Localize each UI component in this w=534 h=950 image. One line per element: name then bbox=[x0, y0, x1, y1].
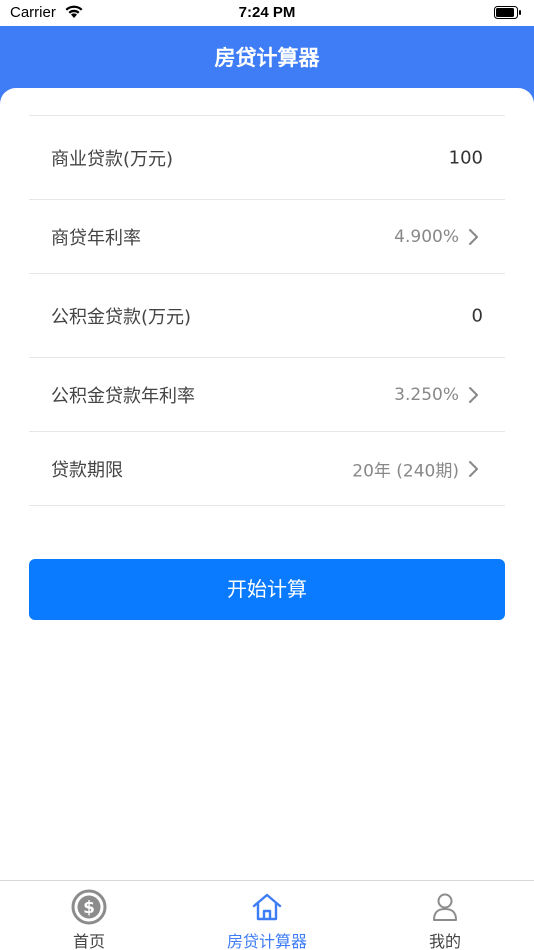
loan-term-row[interactable]: 贷款期限 20年 (240期) bbox=[29, 432, 505, 506]
tab-calculator-label: 房贷计算器 bbox=[226, 932, 307, 950]
status-bar: Carrier 7:24 PM bbox=[0, 0, 534, 26]
commercial-rate-row[interactable]: 商贷年利率 4.900% bbox=[29, 200, 505, 274]
fund-loan-input[interactable]: 0 bbox=[303, 305, 483, 326]
home-icon bbox=[252, 893, 282, 921]
chevron-right-icon bbox=[469, 460, 478, 477]
tab-calculator[interactable]: 房贷计算器 bbox=[178, 881, 356, 950]
svg-text:$: $ bbox=[83, 898, 95, 918]
chevron-right-icon bbox=[469, 228, 478, 245]
tab-mine[interactable]: 我的 bbox=[356, 881, 534, 950]
chevron-right-icon bbox=[469, 386, 478, 403]
commercial-rate-value: 4.900% bbox=[394, 226, 459, 247]
fund-rate-value: 3.250% bbox=[394, 384, 459, 405]
battery-icon bbox=[494, 6, 522, 23]
loan-term-value: 20年 (240期) bbox=[352, 461, 459, 481]
loan-form: 商业贷款(万元) 100 商贷年利率 4.900% 公积金贷款(万元) 0 公积… bbox=[29, 115, 505, 506]
tab-home-label: 首页 bbox=[72, 932, 105, 950]
tab-home[interactable]: $ 首页 bbox=[0, 881, 178, 950]
fund-rate-label: 公积金贷款年利率 bbox=[51, 385, 195, 407]
start-calculate-button[interactable]: 开始计算 bbox=[29, 559, 505, 620]
fund-loan-label: 公积金贷款(万元) bbox=[51, 306, 192, 328]
tab-mine-label: 我的 bbox=[428, 932, 461, 950]
commercial-rate-label: 商贷年利率 bbox=[51, 227, 141, 249]
commercial-loan-row[interactable]: 商业贷款(万元) 100 bbox=[29, 116, 505, 200]
fund-loan-row[interactable]: 公积金贷款(万元) 0 bbox=[29, 274, 505, 358]
nav-bar: 房贷计算器 bbox=[0, 26, 534, 88]
dollar-circle-icon: $ bbox=[71, 889, 107, 925]
status-time: 7:24 PM bbox=[238, 4, 296, 21]
fund-rate-row[interactable]: 公积金贷款年利率 3.250% bbox=[29, 358, 505, 432]
tab-bar: $ 首页 房贷计算器 我的 bbox=[0, 880, 534, 950]
commercial-loan-input[interactable]: 100 bbox=[303, 147, 483, 168]
user-icon bbox=[433, 893, 457, 921]
loan-term-label: 贷款期限 bbox=[51, 459, 123, 481]
commercial-loan-label: 商业贷款(万元) bbox=[51, 148, 174, 170]
main-content: 商业贷款(万元) 100 商贷年利率 4.900% 公积金贷款(万元) 0 公积… bbox=[0, 88, 534, 882]
page-title: 房贷计算器 bbox=[214, 46, 320, 70]
